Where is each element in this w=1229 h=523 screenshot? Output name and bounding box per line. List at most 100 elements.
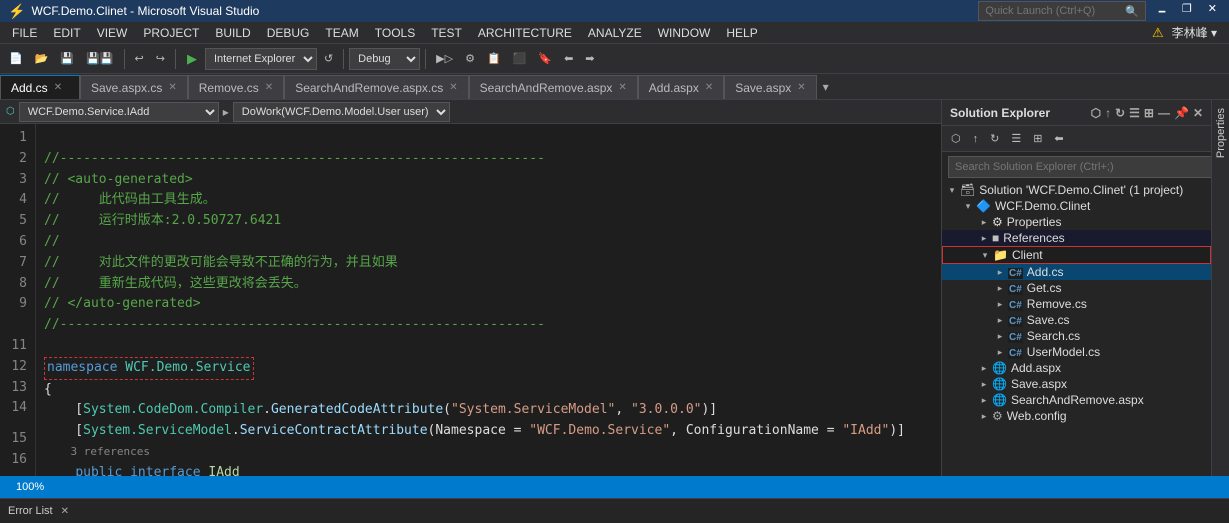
tab-close-save-aspx[interactable]: ✕ [797,82,805,93]
se-btn2[interactable]: ↑ [968,131,984,147]
se-tree: ▾ 🗃 Solution 'WCF.Demo.Clinet' (1 projec… [942,182,1211,476]
window-controls[interactable]: 🗕 ❐ ✕ [1154,2,1221,21]
tab-searchandremove-aspx[interactable]: SearchAndRemove.aspx ✕ [469,75,638,99]
status-zoom: 100% [8,481,52,493]
menu-edit[interactable]: EDIT [45,24,88,42]
open-btn[interactable]: 📂 [30,50,54,67]
toolbar-btn5[interactable]: 🔖 [533,50,557,67]
se-btn6[interactable]: ⬅ [1049,130,1068,147]
toolbar-btn7[interactable]: ➡ [580,50,599,67]
menu-team[interactable]: TEAM [317,24,366,42]
menu-file[interactable]: FILE [4,24,45,42]
tab-searchandremove-aspx-cs[interactable]: SearchAndRemove.aspx.cs ✕ [284,75,468,99]
menu-window[interactable]: WINDOW [650,24,719,42]
sep4 [425,49,426,69]
se-ctrl5[interactable]: ⊞ [1144,106,1154,120]
se-search-input[interactable] [948,156,1217,178]
tree-searchandremove-aspx[interactable]: ▸ 🌐 SearchAndRemove.aspx [942,392,1211,408]
nav-right-dropdown[interactable]: DoWork(WCF.Demo.Model.User user) [233,102,450,122]
chevron-right-icon: ▸ [994,283,1006,294]
remove-cs-label: Remove.cs [1027,297,1087,311]
quick-launch[interactable]: 🔍 [978,1,1146,21]
redo-btn[interactable]: ↪ [151,50,170,67]
se-btn5[interactable]: ⊞ [1028,130,1047,147]
cs-icon: C# [1008,281,1023,295]
chevron-right-icon: ▸ [978,411,990,422]
tree-save-cs[interactable]: ▸ C# Save.cs [942,312,1211,328]
tree-save-aspx[interactable]: ▸ 🌐 Save.aspx [942,376,1211,392]
menu-test[interactable]: TEST [423,24,470,42]
maximize-button[interactable]: ❐ [1178,2,1196,21]
se-ctrl1[interactable]: ⬡ [1091,106,1101,120]
tree-web-config[interactable]: ▸ ⚙ Web.config [942,408,1211,424]
new-btn[interactable]: 📄 [4,50,28,67]
menu-architecture[interactable]: ARCHITECTURE [470,24,580,42]
menu-help[interactable]: HELP [718,24,765,42]
tab-close-searchandremove-aspx[interactable]: ✕ [618,82,626,93]
toolbar-btn3[interactable]: 📋 [482,50,506,67]
menu-view[interactable]: VIEW [89,24,136,42]
tree-get-cs[interactable]: ▸ C# Get.cs [942,280,1211,296]
project-icon: 🔷 [976,199,991,213]
close-button[interactable]: ✕ [1204,2,1221,21]
toolbar-btn6[interactable]: ⬅ [559,50,578,67]
save-btn[interactable]: 💾 [55,50,79,67]
refresh-btn[interactable]: ↺ [319,50,338,67]
user-name[interactable]: 李林峰 ▾ [1172,24,1217,41]
se-ctrl4[interactable]: ☰ [1129,106,1140,120]
code-content[interactable]: //--------------------------------------… [36,124,941,476]
browser-dropdown[interactable]: Internet Explorer [205,48,317,70]
get-cs-label: Get.cs [1027,281,1062,295]
tab-add-aspx[interactable]: Add.aspx ✕ [638,75,724,99]
se-btn1[interactable]: ⬡ [946,130,966,147]
menu-tools[interactable]: TOOLS [367,24,423,42]
se-ctrl3[interactable]: ↻ [1115,106,1125,120]
tree-client-folder[interactable]: ▾ 📁 Client [942,246,1211,264]
tab-save-aspx[interactable]: Save.aspx ✕ [724,75,816,99]
nav-left-dropdown[interactable]: WCF.Demo.Service.IAdd [19,102,219,122]
tab-remove-cs[interactable]: Remove.cs ✕ [188,75,284,99]
tab-close-add-aspx[interactable]: ✕ [705,82,713,93]
code-container[interactable]: 1 2 3 4 5 6 7 8 9 11 12 13 14 15 16 18 [0,124,941,476]
error-list-label[interactable]: Error List [8,505,53,517]
tab-close-save-aspx-cs[interactable]: ✕ [168,82,176,93]
quick-launch-input[interactable] [985,5,1125,17]
editor-nav: ⬡ WCF.Demo.Service.IAdd ▸ DoWork(WCF.Dem… [0,100,941,124]
se-close[interactable]: ✕ [1193,106,1203,120]
tab-close-add-cs[interactable]: ✕ [54,82,62,93]
tree-references[interactable]: ▸ ■ References [942,230,1211,246]
tree-search-cs[interactable]: ▸ C# Search.cs [942,328,1211,344]
menu-build[interactable]: BUILD [207,24,258,42]
tree-project[interactable]: ▾ 🔷 WCF.Demo.Clinet [942,198,1211,214]
se-btn4[interactable]: ☰ [1006,130,1026,147]
toolbar-btn2[interactable]: ⚙ [460,50,480,67]
toolbar-btn1[interactable]: ▶▷ [431,50,458,67]
tab-add-cs[interactable]: Add.cs ✕ [0,75,80,99]
tree-usermodel-cs[interactable]: ▸ C# UserModel.cs [942,344,1211,360]
tree-add-aspx[interactable]: ▸ 🌐 Add.aspx [942,360,1211,376]
se-collapse[interactable]: — [1158,106,1170,120]
menu-debug[interactable]: DEBUG [259,24,318,42]
tree-remove-cs[interactable]: ▸ C# Remove.cs [942,296,1211,312]
run-btn[interactable]: ▶ [181,49,203,69]
tree-solution[interactable]: ▾ 🗃 Solution 'WCF.Demo.Clinet' (1 projec… [942,182,1211,198]
menu-analyze[interactable]: ANALYZE [580,24,650,42]
menu-project[interactable]: PROJECT [135,24,207,42]
toolbar-btn4[interactable]: ⬛ [508,50,532,67]
config-dropdown[interactable]: Debug Release [349,48,420,70]
undo-btn[interactable]: ↩ [130,50,149,67]
tab-save-aspx-cs[interactable]: Save.aspx.cs ✕ [80,75,188,99]
tab-overflow-btn[interactable]: ▾ [817,75,835,99]
bottom-panel-close[interactable]: ✕ [61,506,69,517]
se-pin[interactable]: 📌 [1174,106,1189,120]
se-btn3[interactable]: ↻ [985,130,1004,147]
minimize-button[interactable]: 🗕 [1154,2,1170,21]
main-area: ⬡ WCF.Demo.Service.IAdd ▸ DoWork(WCF.Dem… [0,100,1229,476]
tree-add-cs[interactable]: ▸ C# Add.cs [942,264,1211,280]
se-ctrl2[interactable]: ↑ [1105,106,1111,120]
properties-panel-label[interactable]: Properties [1213,100,1229,166]
tree-properties[interactable]: ▸ ⚙ Properties [942,214,1211,230]
tab-close-remove-cs[interactable]: ✕ [265,82,273,93]
tab-close-searchandremove-aspx-cs[interactable]: ✕ [449,82,457,93]
save-all-btn[interactable]: 💾💾 [81,50,118,67]
